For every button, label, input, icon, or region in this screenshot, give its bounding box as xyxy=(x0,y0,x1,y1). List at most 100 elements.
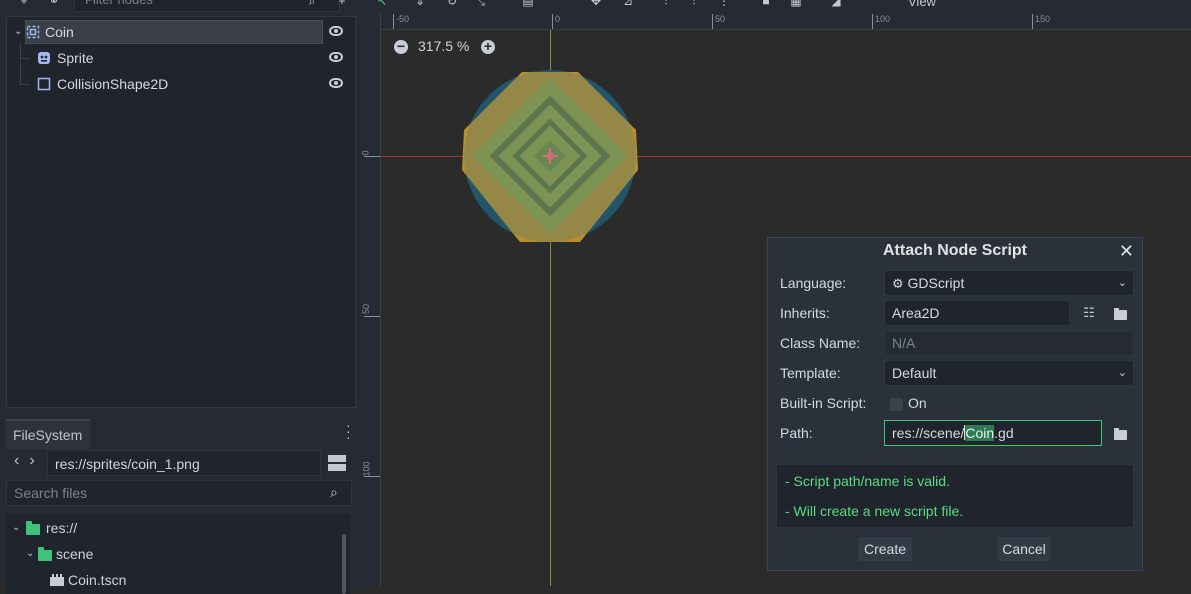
add-child-icon[interactable]: + xyxy=(334,0,350,8)
fs-path-input[interactable]: res://sprites/coin_1.png xyxy=(47,450,321,476)
class-name-label: Class Name: xyxy=(780,335,861,351)
template-select[interactable]: Default ⌄ xyxy=(884,360,1134,386)
create-button[interactable]: Create xyxy=(857,536,913,562)
builtin-script-label: Built-in Script: xyxy=(780,395,867,411)
template-value: Default xyxy=(892,365,937,381)
folder-icon xyxy=(38,547,52,561)
fs-scrollbar[interactable] xyxy=(342,534,346,594)
visibility-eye-icon[interactable] xyxy=(329,26,343,36)
status-box: - Script path/name is valid. - Will crea… xyxy=(776,464,1134,528)
path-label: Path: xyxy=(780,425,813,441)
add-node-icon[interactable]: + xyxy=(16,0,32,8)
filter-nodes-input[interactable]: Filter nodes xyxy=(74,0,340,12)
zoom-level[interactable]: 317.5 % xyxy=(418,38,469,54)
visibility-eye-icon[interactable] xyxy=(329,52,343,62)
split-mode-icon[interactable] xyxy=(328,455,346,471)
filesystem-dock: FileSystem · · · ‹› res://sprites/coin_1.p… xyxy=(0,412,360,594)
zoom-out-button[interactable]: − xyxy=(394,39,408,54)
collision-shape-icon xyxy=(37,77,51,91)
tree-node-label: Sprite xyxy=(57,50,94,66)
dock-menu-icon[interactable]: · · · xyxy=(346,418,351,444)
ruler-label: 100 xyxy=(875,14,891,24)
gear-icon: ⚙ xyxy=(892,276,904,291)
ruler-top: -50 0 50 100 150 xyxy=(380,12,1191,30)
chevron-down-icon: ⌄ xyxy=(1117,277,1127,289)
folder-icon xyxy=(26,521,40,535)
pan-tool-icon[interactable]: ✥ xyxy=(588,0,604,8)
tab-filesystem[interactable]: FileSystem xyxy=(6,419,90,449)
path-input[interactable]: res://scene/Coin.gd xyxy=(884,420,1102,446)
folder-icon[interactable] xyxy=(1114,308,1127,320)
fs-search-input[interactable]: Search files xyxy=(6,480,352,506)
inherits-input[interactable]: Area2D xyxy=(884,300,1070,326)
tree-node-label: CollisionShape2D xyxy=(57,76,169,92)
fs-item-label: Coin.tscn xyxy=(68,572,127,588)
zoom-in-button[interactable]: + xyxy=(481,39,495,54)
builtin-toggle-label: On xyxy=(908,395,927,411)
fs-item-scene-folder[interactable]: ⌄ scene xyxy=(6,542,336,566)
scene-toolbar: + ⚭ Filter nodes ⌕ + xyxy=(8,0,352,14)
class-tree-icon[interactable]: ☷ xyxy=(1081,306,1097,320)
close-icon[interactable]: ✕ xyxy=(1119,240,1134,262)
search-icon: ⌕ xyxy=(330,484,338,500)
group-icon[interactable]: ▦ xyxy=(788,0,804,8)
cancel-button[interactable]: Cancel xyxy=(996,536,1052,562)
scene-file-icon xyxy=(50,574,64,586)
path-selection: Coin xyxy=(965,425,995,441)
inherits-label: Inherits: xyxy=(780,305,830,321)
forward-arrow-icon[interactable]: › xyxy=(29,452,44,469)
bone-icon[interactable]: ◢ xyxy=(828,0,844,8)
ruler-label: 50 xyxy=(715,14,726,24)
status-message: - Will create a new script file. xyxy=(785,503,964,519)
builtin-script-checkbox[interactable] xyxy=(890,398,903,411)
rotate-tool-icon[interactable]: ↻ xyxy=(444,0,460,8)
chevron-down-icon[interactable]: ⌄ xyxy=(26,542,34,566)
viewport-toolbar: ↖ ⇕ ↻ ⤡ ▤ ✥ ⊿ ⫶ ⫶ ⋮ ■ ▦ ◢ View xyxy=(360,0,1191,12)
view-menu[interactable]: View xyxy=(908,0,936,9)
status-message: - Script path/name is valid. xyxy=(785,473,950,489)
language-select[interactable]: ⚙ GDScript ⌄ xyxy=(884,270,1134,296)
move-tool-icon[interactable]: ⇕ xyxy=(412,0,428,8)
ruler-label: 50 xyxy=(361,303,372,315)
area2d-icon xyxy=(26,25,40,39)
fs-item-label: res:// xyxy=(46,520,78,536)
path-suffix: .gd xyxy=(994,425,1014,441)
ruler-tool-icon[interactable]: ⊿ xyxy=(620,0,636,8)
fs-tree: ⌄ res:// ⌄ scene Coin.tscn xyxy=(6,514,350,594)
scene-dock: + ⚭ Filter nodes ⌕ + ⌄ Coin Sprite xyxy=(0,0,360,412)
tree-node-coin[interactable]: ⌄ Coin xyxy=(7,20,353,44)
back-arrow-icon[interactable]: ‹ xyxy=(14,452,29,469)
ruler-left: 0 50 100 xyxy=(360,12,381,586)
tree-node-collisionshape2d[interactable]: CollisionShape2D xyxy=(7,72,353,96)
select-tool-icon[interactable]: ↖ xyxy=(374,0,390,8)
scale-tool-icon[interactable]: ⤡ xyxy=(472,0,488,8)
chevron-down-icon: ⌄ xyxy=(1117,367,1127,379)
tree-node-sprite[interactable]: Sprite xyxy=(7,46,353,70)
fs-item-coin-scene[interactable]: Coin.tscn xyxy=(6,568,336,592)
ruler-label: 100 xyxy=(361,461,372,477)
attach-script-dialog: Attach Node Script ✕ Language: ⚙ GDScrip… xyxy=(767,237,1143,571)
chevron-down-icon[interactable]: ⌄ xyxy=(12,516,20,540)
instance-scene-icon[interactable]: ⚭ xyxy=(46,0,62,8)
lock-icon[interactable]: ■ xyxy=(758,0,774,8)
folder-icon[interactable] xyxy=(1114,428,1127,440)
fs-item-res-root[interactable]: ⌄ res:// xyxy=(6,516,336,540)
fs-history-nav: ‹› xyxy=(14,452,45,470)
fs-item-label: scene xyxy=(56,546,94,562)
sprite-icon xyxy=(38,52,50,64)
coin-sprite[interactable] xyxy=(460,70,642,246)
snap-icon[interactable]: ⫶ xyxy=(658,0,674,8)
ruler-label: 0 xyxy=(555,14,561,24)
ruler-label: 0 xyxy=(360,150,371,156)
tree-node-label: Coin xyxy=(45,24,74,40)
scene-tree: ⌄ Coin Sprite CollisionShape2D xyxy=(6,16,356,408)
chevron-down-icon[interactable]: ⌄ xyxy=(14,20,22,44)
grid-snap-icon[interactable]: ⫶ xyxy=(686,0,702,8)
visibility-eye-icon[interactable] xyxy=(329,78,343,88)
more-options-icon[interactable]: ⋮ xyxy=(716,0,732,8)
template-label: Template: xyxy=(780,365,841,381)
list-select-icon[interactable]: ▤ xyxy=(520,0,536,8)
language-value: GDScript xyxy=(907,275,965,291)
ruler-label: 150 xyxy=(1035,14,1051,24)
class-name-input[interactable]: N/A xyxy=(884,330,1134,356)
